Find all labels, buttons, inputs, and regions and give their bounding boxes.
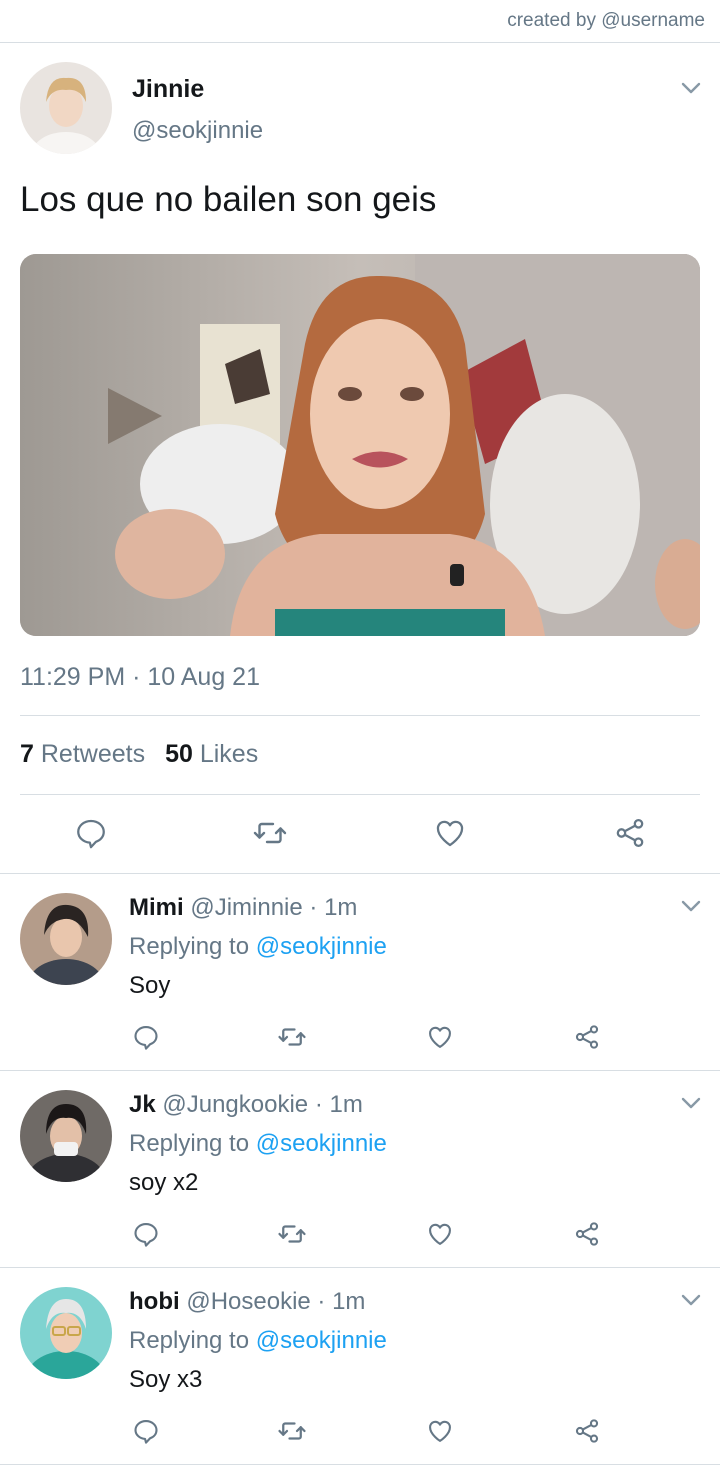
- divider: [20, 794, 700, 795]
- reply-text: soy x2: [129, 1169, 199, 1196]
- heart-icon: [429, 1223, 451, 1245]
- reply-avatar[interactable]: [20, 1287, 112, 1379]
- replying-to-link[interactable]: @seokjinnie: [256, 933, 387, 960]
- reply-button[interactable]: [129, 1020, 163, 1054]
- tweet-timestamp[interactable]: 11:29 PM · 10 Aug 21: [20, 663, 260, 692]
- reply-button[interactable]: [129, 1414, 163, 1448]
- chevron-down-icon[interactable]: [679, 898, 703, 914]
- reply-handle[interactable]: @Jiminnie: [190, 894, 302, 921]
- reply-button[interactable]: [129, 1217, 163, 1251]
- share-button[interactable]: [570, 1020, 604, 1054]
- retweets-stat[interactable]: 7 Retweets: [20, 740, 145, 769]
- divider: [0, 42, 720, 43]
- like-button[interactable]: [423, 1020, 457, 1054]
- reply-bubble-icon: [77, 819, 105, 849]
- share-button[interactable]: [609, 812, 651, 854]
- reply-display-name[interactable]: Mimi: [129, 894, 184, 921]
- replying-to-line: Replying to @seokjinnie: [129, 1327, 387, 1355]
- divider: [0, 1464, 720, 1465]
- retweets-label: Retweets: [40, 740, 146, 768]
- author-handle[interactable]: @seokjinnie: [132, 117, 263, 145]
- retweet-button[interactable]: [275, 1217, 309, 1251]
- retweet-button[interactable]: [249, 812, 291, 854]
- reply-display-name[interactable]: hobi: [129, 1288, 180, 1315]
- divider: [0, 1267, 720, 1268]
- tweet-stats: 7 Retweets 50 Likes: [20, 740, 258, 769]
- divider: [0, 873, 720, 874]
- replying-to-prefix: Replying to: [129, 1130, 250, 1157]
- likes-stat[interactable]: 50 Likes: [165, 740, 258, 769]
- replying-to-link[interactable]: @seokjinnie: [256, 1327, 387, 1354]
- heart-icon: [429, 1420, 451, 1442]
- tweet-text: Los que no bailen son geis: [20, 180, 437, 219]
- author-avatar[interactable]: [20, 62, 112, 154]
- heart-icon: [436, 820, 464, 847]
- retweet-icon: [278, 1028, 306, 1046]
- replying-to-line: Replying to @seokjinnie: [129, 933, 387, 961]
- heart-icon: [429, 1026, 451, 1048]
- tweet-media-image[interactable]: [20, 254, 700, 636]
- chevron-down-icon[interactable]: [679, 1095, 703, 1111]
- likes-count: 50: [165, 740, 193, 768]
- replying-to-link[interactable]: @seokjinnie: [256, 1130, 387, 1157]
- share-icon: [575, 1025, 599, 1049]
- reply-text: Soy x3: [129, 1366, 203, 1393]
- reply-avatar[interactable]: [20, 1090, 112, 1182]
- retweet-icon: [278, 1225, 306, 1243]
- reply-button[interactable]: [70, 812, 112, 854]
- replying-to-line: Replying to @seokjinnie: [129, 1130, 387, 1158]
- chevron-down-icon[interactable]: [679, 1292, 703, 1308]
- share-icon: [575, 1419, 599, 1443]
- reply-header: Jk @Jungkookie · 1m: [129, 1091, 363, 1119]
- like-button[interactable]: [423, 1217, 457, 1251]
- like-button[interactable]: [429, 812, 471, 854]
- reply-time: · 1m: [309, 894, 358, 921]
- reply-bubble-icon: [134, 1026, 158, 1050]
- author-display-name[interactable]: Jinnie: [132, 75, 204, 104]
- reply-avatar[interactable]: [20, 893, 112, 985]
- reply-bubble-icon: [134, 1420, 158, 1444]
- share-button[interactable]: [570, 1414, 604, 1448]
- reply-display-name[interactable]: Jk: [129, 1091, 156, 1118]
- retweet-icon: [253, 822, 287, 844]
- reply-header: Mimi @Jiminnie · 1m: [129, 894, 357, 922]
- reply-text: Soy: [129, 972, 171, 999]
- reply-handle[interactable]: @Hoseokie: [186, 1288, 310, 1315]
- retweet-button[interactable]: [275, 1020, 309, 1054]
- reply-bubble-icon: [134, 1223, 158, 1247]
- share-button[interactable]: [570, 1217, 604, 1251]
- reply-time: · 1m: [317, 1288, 366, 1315]
- chevron-down-icon[interactable]: [679, 80, 703, 96]
- reply-handle[interactable]: @Jungkookie: [162, 1091, 308, 1118]
- like-button[interactable]: [423, 1414, 457, 1448]
- share-icon: [616, 818, 644, 848]
- reply-header: hobi @Hoseokie · 1m: [129, 1288, 365, 1316]
- credit-text: created by @username: [507, 10, 705, 31]
- likes-label: Likes: [199, 740, 259, 768]
- retweets-count: 7: [20, 740, 34, 768]
- replying-to-prefix: Replying to: [129, 1327, 250, 1354]
- share-icon: [575, 1222, 599, 1246]
- reply-time: · 1m: [314, 1091, 363, 1118]
- divider: [20, 715, 700, 716]
- replying-to-prefix: Replying to: [129, 933, 250, 960]
- retweet-icon: [278, 1422, 306, 1440]
- retweet-button[interactable]: [275, 1414, 309, 1448]
- divider: [0, 1070, 720, 1071]
